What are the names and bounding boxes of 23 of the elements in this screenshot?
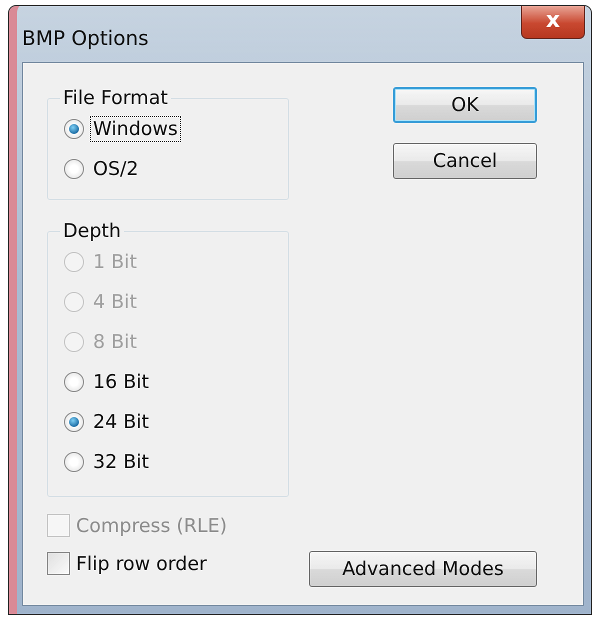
group-label: File Format [62,87,169,109]
checkbox-label: Flip row order [76,552,207,574]
window-title: BMP Options [22,26,149,50]
close-button[interactable]: x [521,6,585,39]
radio-button[interactable] [64,452,84,472]
radio-label: 1 Bit [92,250,138,275]
radio-label: OS/2 [92,157,140,182]
checkbox[interactable] [47,552,70,575]
radio-label: 8 Bit [92,330,138,355]
radio-button[interactable] [64,372,84,392]
radio-button[interactable] [64,159,84,179]
radio-button[interactable] [64,119,84,139]
radio-label: 4 Bit [92,290,138,315]
cancel-button[interactable]: Cancel [393,143,537,179]
radio-label: 24 Bit [92,410,150,435]
radio-label: 16 Bit [92,370,150,395]
radio-label: Windows [90,116,181,142]
radio-label: 32 Bit [92,450,150,475]
checkbox-label: Compress (RLE) [76,514,227,536]
group-label: Depth [62,220,122,242]
ok-button[interactable]: OK [393,87,537,123]
advanced-modes-button[interactable]: Advanced Modes [309,551,537,587]
radio-button[interactable] [64,412,84,432]
